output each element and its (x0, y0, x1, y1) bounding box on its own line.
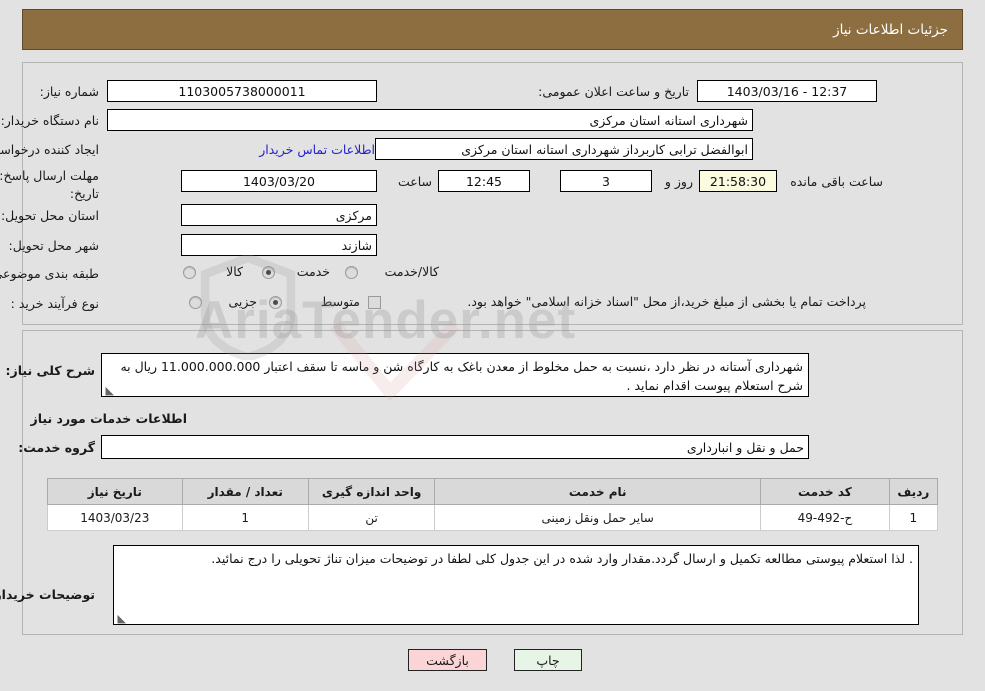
remaining-time-field: 21:58:30 (699, 170, 777, 192)
purchase-type-radio-motavaset[interactable] (269, 296, 282, 309)
print-button[interactable]: چاپ (514, 649, 582, 671)
col-header-date: تاریخ نیاز (47, 478, 183, 505)
treasury-bond-note: پرداخت تمام یا بخشی از مبلغ خرید،از محل … (467, 294, 866, 309)
announce-datetime-label: تاریخ و ساعت اعلان عمومی: (538, 84, 689, 99)
deadline-label-line1: مهلت ارسال پاسخ: تا (0, 168, 99, 183)
service-group-label: گروه خدمت: (18, 440, 95, 455)
category-label: طبقه بندی موضوعی: (0, 266, 99, 281)
summary-text: شهرداری آستانه در نظر دارد ،نسبت به حمل … (120, 359, 803, 393)
col-header-name: نام خدمت (434, 478, 762, 505)
buyer-notes-text: . لذا استعلام پیوستی مطالعه تکمیل و ارسا… (211, 551, 913, 566)
services-table: ردیف کد خدمت نام خدمت واحد اندازه گیری ت… (47, 478, 939, 531)
cell-qty: 1 (181, 504, 309, 531)
summary-label: شرح کلی نیاز: (5, 363, 95, 378)
purchase-type-label: نوع فرآیند خرید : (10, 296, 99, 311)
category-option-khedmat-label: خدمت (296, 264, 330, 279)
buyer-notes-label: توضیحات خریدار: (0, 587, 95, 602)
announce-datetime-field[interactable]: 1403/03/16 - 12:37 (697, 80, 877, 102)
need-number-label: شماره نیاز: (39, 84, 99, 99)
deadline-label-line2: تاریخ: (69, 186, 99, 201)
summary-textarea[interactable]: شهرداری آستانه در نظر دارد ،نسبت به حمل … (101, 353, 809, 397)
category-option-kala-khedmat-label: کالا/خدمت (384, 264, 439, 279)
remaining-days-label: روز و (664, 174, 693, 189)
category-radio-kala-khedmat[interactable] (345, 266, 358, 279)
category-option-kala-label: کالا (226, 264, 243, 279)
resize-grip-icon-2[interactable]: ◣ (116, 613, 126, 624)
purchase-type-option-jozei-label: جزیی (228, 294, 257, 309)
treasury-bond-checkbox[interactable] (368, 296, 381, 309)
cell-name: سایر حمل ونقل زمینی (434, 504, 762, 531)
cell-row: 1 (888, 504, 939, 531)
remaining-days-field[interactable]: 3 (560, 170, 652, 192)
buyer-contact-link[interactable]: اطلاعات تماس خریدار (259, 142, 375, 157)
col-header-qty: تعداد / مقدار (181, 478, 309, 505)
buyer-notes-textarea[interactable]: . لذا استعلام پیوستی مطالعه تکمیل و ارسا… (113, 545, 919, 625)
deadline-date-field[interactable]: 1403/03/20 (181, 170, 377, 192)
cell-unit: تن (307, 504, 436, 531)
province-field[interactable]: مرکزی (181, 204, 377, 226)
back-button[interactable]: بازگشت (408, 649, 487, 671)
buyer-org-field[interactable]: شهرداری استانه استان مرکزی (107, 109, 753, 131)
deadline-time-field[interactable]: 12:45 (438, 170, 530, 192)
requester-label: ایجاد کننده درخواست: (0, 142, 99, 157)
col-header-code: کد خدمت (760, 478, 890, 505)
resize-grip-icon[interactable]: ◣ (104, 385, 114, 396)
page-title-bar: جزئیات اطلاعات نیاز (22, 9, 963, 50)
page-title: جزئیات اطلاعات نیاز (833, 21, 948, 38)
table-row: 1 ح-492-49 سایر حمل ونقل زمینی تن 1 1403… (47, 504, 939, 531)
col-header-unit: واحد اندازه گیری (307, 478, 436, 505)
city-field[interactable]: شازند (181, 234, 377, 256)
services-section-title: اطلاعات خدمات مورد نیاز (30, 411, 188, 426)
purchase-type-option-motavaset-label: متوسط (320, 294, 360, 309)
col-header-row: ردیف (888, 478, 939, 505)
cell-code: ح-492-49 (760, 504, 890, 531)
province-label: استان محل تحویل: (0, 208, 99, 223)
need-number-field[interactable]: 1103005738000011 (107, 80, 377, 102)
category-radio-khedmat[interactable] (262, 266, 275, 279)
requester-field[interactable]: ابوالفضل ترابی کاربرداز شهرداری استانه ا… (375, 138, 753, 160)
category-radio-kala[interactable] (183, 266, 196, 279)
remaining-time-label: ساعت باقی مانده (790, 174, 883, 189)
table-header-row: ردیف کد خدمت نام خدمت واحد اندازه گیری ت… (47, 478, 939, 505)
buyer-org-label: نام دستگاه خریدار: (0, 113, 99, 128)
city-label: شهر محل تحویل: (8, 238, 99, 253)
deadline-time-label: ساعت (397, 174, 432, 189)
cell-date: 1403/03/23 (47, 504, 183, 531)
purchase-type-radio-jozei[interactable] (189, 296, 202, 309)
service-group-field[interactable]: حمل و نقل و انبارداری (101, 435, 809, 459)
